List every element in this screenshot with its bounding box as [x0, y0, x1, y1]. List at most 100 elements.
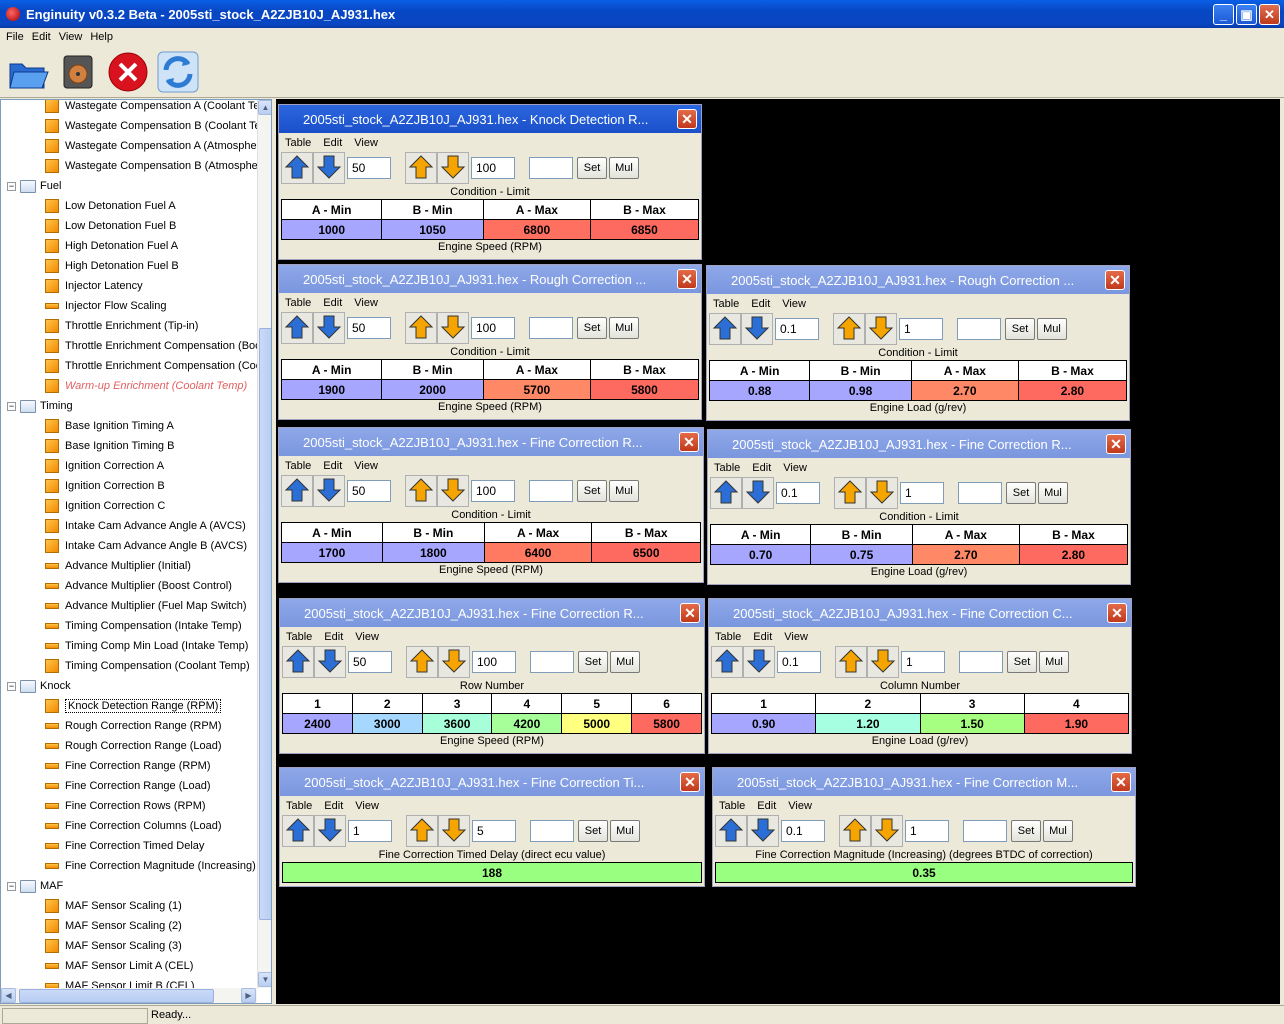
- tree-item[interactable]: Injector Flow Scaling: [45, 296, 167, 316]
- table-menu-table[interactable]: Table: [713, 298, 739, 310]
- decrement-fine-button[interactable]: [742, 477, 774, 509]
- tree-item[interactable]: Throttle Enrichment Compensation (Coo: [45, 356, 257, 376]
- tree-item[interactable]: MAF Sensor Limit A (CEL): [45, 956, 193, 976]
- menu-help[interactable]: Help: [86, 31, 117, 43]
- close-table-icon[interactable]: ✕: [1105, 270, 1125, 290]
- increment-coarse-button[interactable]: [405, 312, 437, 344]
- table-window-titlebar[interactable]: 2005sti_stock_A2ZJB10J_AJ931.hex - Fine …: [713, 768, 1135, 796]
- decrement-coarse-button[interactable]: [438, 646, 470, 678]
- fine-increment-input[interactable]: 0.1: [775, 318, 819, 340]
- table-window-titlebar[interactable]: 2005sti_stock_A2ZJB10J_AJ931.hex - Rough…: [707, 266, 1129, 294]
- close-button[interactable]: [106, 50, 150, 94]
- decrement-fine-button[interactable]: [741, 313, 773, 345]
- table-menu-view[interactable]: View: [355, 800, 379, 812]
- set-button[interactable]: Set: [1011, 820, 1041, 842]
- decrement-fine-button[interactable]: [747, 815, 779, 847]
- data-cell[interactable]: 6850: [589, 219, 700, 240]
- table-menu-edit[interactable]: Edit: [323, 297, 342, 309]
- set-value-input[interactable]: [529, 157, 573, 179]
- coarse-increment-input[interactable]: 1: [900, 482, 944, 504]
- tree-item[interactable]: Intake Cam Advance Angle B (AVCS): [45, 536, 247, 556]
- close-table-icon[interactable]: ✕: [1107, 603, 1127, 623]
- decrement-fine-button[interactable]: [313, 475, 345, 507]
- coarse-increment-input[interactable]: 5: [472, 820, 516, 842]
- tree-vertical-scrollbar[interactable]: ▲ ▼: [257, 100, 271, 988]
- tree-item[interactable]: Base Ignition Timing B: [45, 436, 174, 456]
- set-value-input[interactable]: [963, 820, 1007, 842]
- scroll-thumb[interactable]: [259, 328, 271, 920]
- tree-item[interactable]: MAF Sensor Scaling (2): [45, 916, 182, 936]
- increment-coarse-button[interactable]: [405, 475, 437, 507]
- tree-item[interactable]: Fine Correction Magnitude (Increasing): [45, 856, 256, 876]
- increment-fine-button[interactable]: [711, 646, 743, 678]
- set-value-input[interactable]: [529, 317, 573, 339]
- multiply-button[interactable]: Mul: [609, 157, 639, 179]
- decrement-coarse-button[interactable]: [865, 313, 897, 345]
- fine-increment-input[interactable]: 50: [347, 157, 391, 179]
- increment-coarse-button[interactable]: [835, 646, 867, 678]
- data-cell[interactable]: 3000: [351, 713, 423, 734]
- data-cell[interactable]: 0.70: [709, 544, 812, 565]
- table-menu-view[interactable]: View: [355, 631, 379, 643]
- close-table-icon[interactable]: ✕: [679, 432, 699, 452]
- tree-item[interactable]: Rough Correction Range (RPM): [45, 716, 222, 736]
- scroll-left-icon[interactable]: ◀: [1, 988, 16, 1003]
- table-window[interactable]: 2005sti_stock_A2ZJB10J_AJ931.hex - Fine …: [712, 767, 1136, 887]
- data-cell[interactable]: 2.80: [1017, 380, 1128, 401]
- decrement-coarse-button[interactable]: [867, 646, 899, 678]
- data-cell[interactable]: 6800: [482, 219, 591, 240]
- table-menu-table[interactable]: Table: [285, 137, 311, 149]
- multiply-button[interactable]: Mul: [610, 651, 640, 673]
- table-window-titlebar[interactable]: 2005sti_stock_A2ZJB10J_AJ931.hex - Knock…: [279, 105, 701, 133]
- tree-item[interactable]: Wastegate Compensation A (Coolant Te: [45, 100, 257, 116]
- tree-item[interactable]: Ignition Correction A: [45, 456, 164, 476]
- table-menu-table[interactable]: Table: [286, 631, 312, 643]
- table-menu-view[interactable]: View: [354, 297, 378, 309]
- tree-item[interactable]: Fine Correction Timed Delay: [45, 836, 204, 856]
- minimize-button[interactable]: _: [1213, 4, 1234, 25]
- tree-item[interactable]: Fine Correction Range (RPM): [45, 756, 211, 776]
- tree-item[interactable]: Injector Latency: [45, 276, 143, 296]
- tree-item[interactable]: MAF Sensor Scaling (3): [45, 936, 182, 956]
- fine-increment-input[interactable]: 50: [347, 480, 391, 502]
- refresh-button[interactable]: [156, 50, 200, 94]
- multiply-button[interactable]: Mul: [1038, 482, 1068, 504]
- tree-item[interactable]: Timing Compensation (Coolant Temp): [45, 656, 250, 676]
- coarse-increment-input[interactable]: 1: [905, 820, 949, 842]
- tree-folder-maf[interactable]: − MAF: [7, 876, 63, 896]
- increment-fine-button[interactable]: [281, 475, 313, 507]
- data-cell[interactable]: 2.70: [911, 544, 1020, 565]
- menu-file[interactable]: File: [2, 31, 28, 43]
- set-button[interactable]: Set: [578, 820, 608, 842]
- close-table-icon[interactable]: ✕: [1106, 434, 1126, 454]
- menu-edit[interactable]: Edit: [28, 31, 55, 43]
- coarse-increment-input[interactable]: 100: [471, 157, 515, 179]
- save-button[interactable]: [56, 50, 100, 94]
- multiply-button[interactable]: Mul: [610, 820, 640, 842]
- tree-folder-timing[interactable]: − Timing: [7, 396, 73, 416]
- tree-item[interactable]: Throttle Enrichment Compensation (Boo: [45, 336, 257, 356]
- table-menu-edit[interactable]: Edit: [323, 460, 342, 472]
- collapse-toggle-icon[interactable]: −: [7, 881, 16, 891]
- table-menu-view[interactable]: View: [788, 800, 812, 812]
- table-menu-view[interactable]: View: [784, 631, 808, 643]
- tree-folder-knock[interactable]: − Knock: [7, 676, 71, 696]
- decrement-coarse-button[interactable]: [437, 475, 469, 507]
- set-button[interactable]: Set: [1007, 651, 1037, 673]
- set-button[interactable]: Set: [1006, 482, 1036, 504]
- coarse-increment-input[interactable]: 100: [471, 317, 515, 339]
- collapse-toggle-icon[interactable]: −: [7, 181, 16, 191]
- increment-fine-button[interactable]: [281, 152, 313, 184]
- tree-item[interactable]: Warm-up Enrichment (Coolant Temp): [45, 376, 247, 396]
- tree-item[interactable]: MAF Sensor Scaling (1): [45, 896, 182, 916]
- fine-increment-input[interactable]: 1: [348, 820, 392, 842]
- decrement-coarse-button[interactable]: [438, 815, 470, 847]
- table-menu-edit[interactable]: Edit: [323, 137, 342, 149]
- multiply-button[interactable]: Mul: [1043, 820, 1073, 842]
- data-cell[interactable]: 6400: [483, 542, 593, 563]
- data-cell[interactable]: 1.90: [1023, 713, 1130, 734]
- coarse-increment-input[interactable]: 100: [472, 651, 516, 673]
- table-menu-view[interactable]: View: [354, 137, 378, 149]
- table-menu-table[interactable]: Table: [285, 297, 311, 309]
- multiply-button[interactable]: Mul: [1039, 651, 1069, 673]
